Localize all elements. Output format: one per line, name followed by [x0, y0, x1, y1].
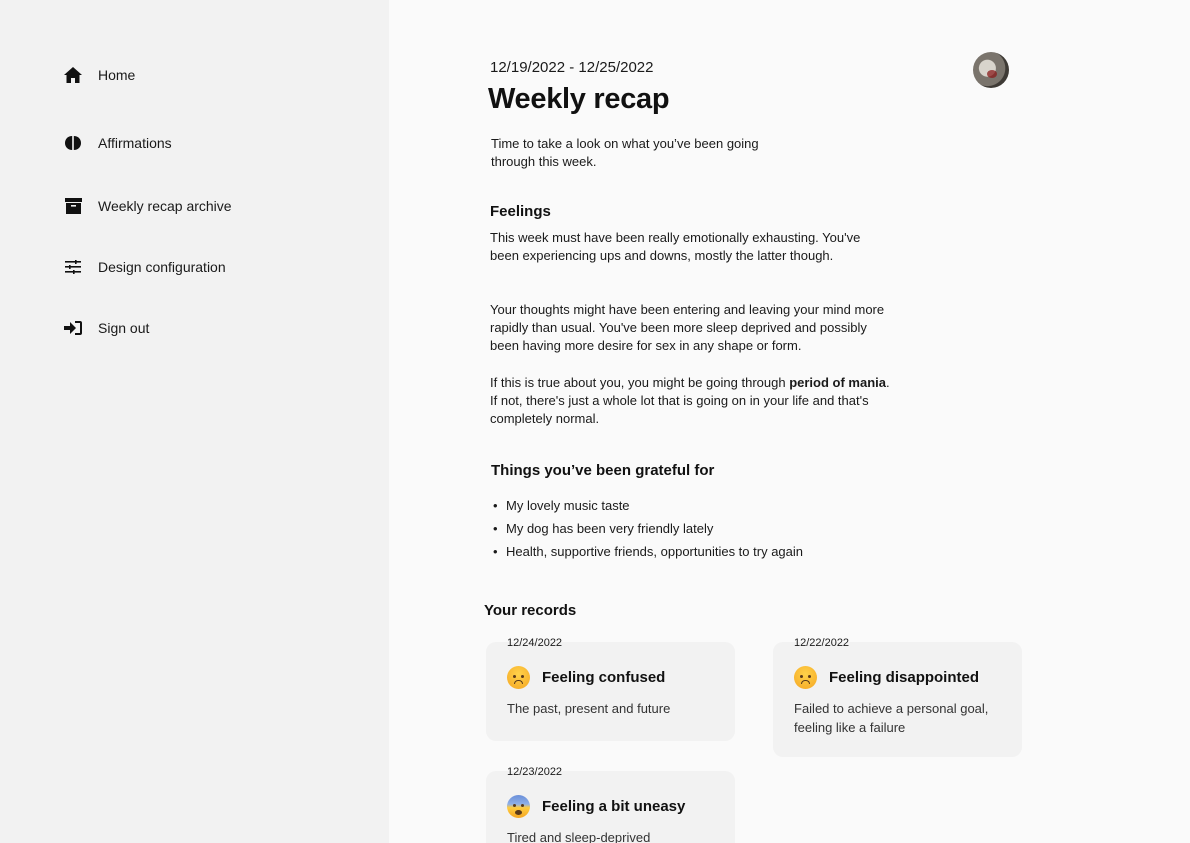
- feelings-paragraph: Your thoughts might have been entering a…: [490, 302, 885, 353]
- record-title-row: Feeling a bit uneasy: [507, 795, 685, 818]
- sidebar-item-label: Sign out: [98, 320, 150, 336]
- text-span: If this is true about you, you might be …: [490, 375, 790, 390]
- sidebar-item-design-configuration[interactable]: Design configuration: [62, 256, 226, 278]
- anxious-emoji-icon: [507, 795, 530, 818]
- record-date: 12/23/2022: [507, 766, 563, 778]
- intro-text: Time to take a look on what you’ve been …: [491, 136, 759, 169]
- sidebar-item-label: Home: [98, 67, 136, 83]
- sidebar-item-label: Design configuration: [98, 259, 226, 275]
- avatar[interactable]: [973, 52, 1009, 88]
- record-title: Feeling disappointed: [829, 669, 980, 686]
- record-title: Feeling confused: [542, 669, 666, 686]
- sidebar-item-label: Weekly recap archive: [98, 198, 232, 214]
- main-content: 12/19/2022 - 12/25/2022 Weekly recap Tim…: [389, 0, 1190, 843]
- record-date: 12/22/2022: [794, 637, 850, 649]
- record-card[interactable]: Feeling disappointed Failed to achieve a…: [773, 642, 1022, 757]
- disappointed-emoji-icon: [794, 666, 817, 689]
- list-item: • My dog has been very friendly lately: [493, 519, 803, 542]
- sidebar-item-weekly-recap-archive[interactable]: Weekly recap archive: [62, 195, 232, 217]
- feelings-paragraph: This week must have been really emotiona…: [490, 230, 861, 263]
- feelings-paragraph: If this is true about you, you might be …: [490, 374, 890, 428]
- list-item-text: Health, supportive friends, opportunitie…: [506, 544, 804, 559]
- record-description: Tired and sleep-deprived: [507, 830, 651, 843]
- record-title: Feeling a bit uneasy: [542, 798, 686, 815]
- list-item-text: My dog has been very friendly lately: [506, 521, 714, 536]
- sign-out-icon: [62, 317, 84, 339]
- list-item: • My lovely music taste: [493, 496, 803, 519]
- bullet-icon: •: [493, 521, 498, 536]
- bullet-icon: •: [493, 498, 498, 513]
- grateful-heading: Things you’ve been grateful for: [491, 462, 715, 479]
- record-date: 12/24/2022: [507, 637, 563, 649]
- sidebar-item-home[interactable]: Home: [62, 64, 135, 86]
- record-card[interactable]: Feeling a bit uneasy Tired and sleep-dep…: [486, 771, 735, 843]
- grateful-list: • My lovely music taste • My dog has been …: [493, 496, 803, 565]
- sidebar: Home Affirmations Weekly recap archive D…: [0, 0, 389, 843]
- feelings-heading: Feelings: [490, 203, 551, 220]
- brain-icon: [62, 132, 84, 154]
- sidebar-item-affirmations[interactable]: Affirmations: [62, 132, 172, 154]
- sidebar-item-label: Affirmations: [98, 135, 172, 151]
- record-description: The past, present and future: [507, 701, 671, 716]
- sidebar-item-sign-out[interactable]: Sign out: [62, 317, 149, 339]
- record-title-row: Feeling disappointed: [794, 666, 979, 689]
- archive-icon: [62, 195, 84, 217]
- confused-emoji-icon: [507, 666, 530, 689]
- record-description: Failed to achieve a personal goal, feeli…: [794, 701, 989, 735]
- sliders-icon: [62, 256, 84, 278]
- bullet-icon: •: [493, 544, 498, 559]
- record-card[interactable]: Feeling confused The past, present and f…: [486, 642, 735, 741]
- list-item-text: My lovely music taste: [506, 498, 630, 513]
- page-title: Weekly recap: [488, 83, 670, 115]
- record-title-row: Feeling confused: [507, 666, 665, 689]
- home-icon: [62, 64, 84, 86]
- list-item: • Health, supportive friends, opportuniti…: [493, 542, 803, 565]
- records-heading: Your records: [484, 602, 577, 619]
- mania-highlight: period of mania: [789, 375, 886, 390]
- date-range: 12/19/2022 - 12/25/2022: [490, 59, 654, 76]
